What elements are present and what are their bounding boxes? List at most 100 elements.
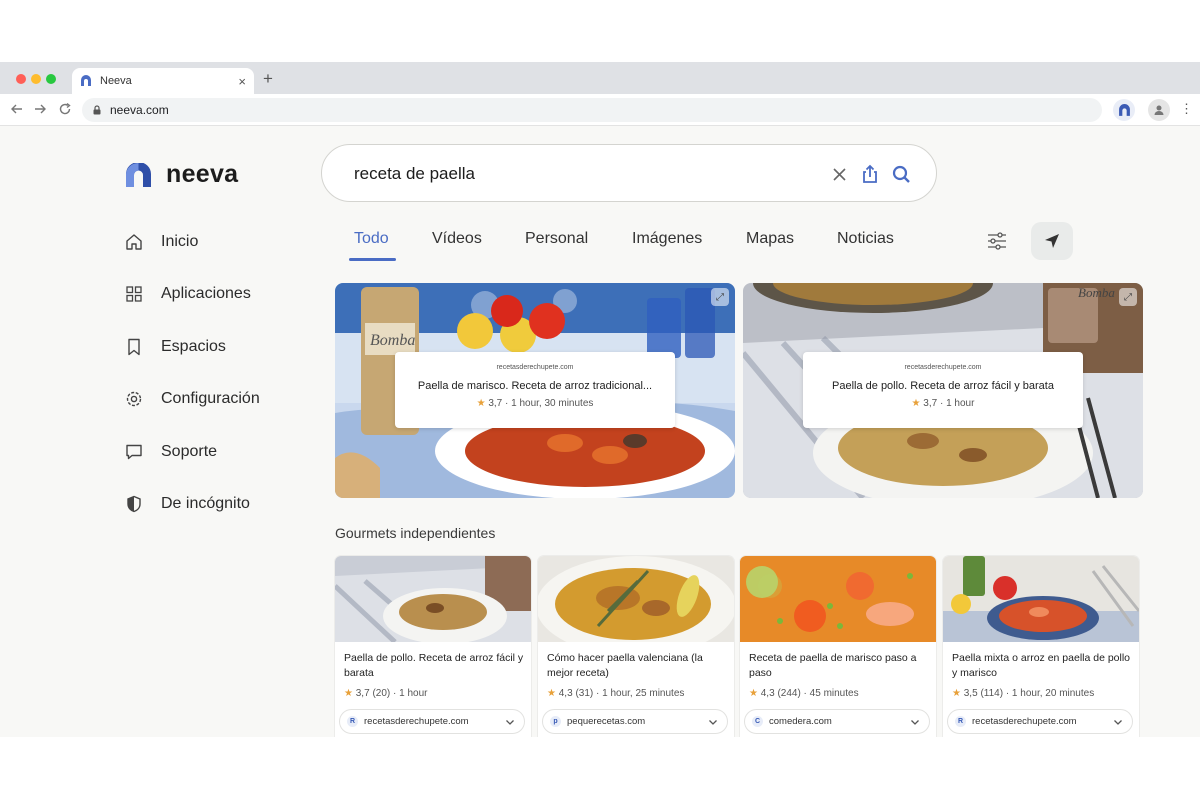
hero-meta: ★ 3,7 · 1 hour <box>803 398 1083 409</box>
hero-rating: 3,7 <box>488 398 503 409</box>
recipe-card[interactable]: Receta de paella de marisco paso a paso … <box>740 556 936 737</box>
star-icon: ★ <box>749 688 758 699</box>
source-favicon-icon: R <box>347 716 358 727</box>
card-rating: 3,5 <box>963 688 978 699</box>
search-icon[interactable] <box>890 163 912 185</box>
sidebar-item-espacios[interactable]: Espacios <box>124 333 294 361</box>
browser-toolbar: neeva.com ⋮ <box>0 94 1200 126</box>
back-arrow-icon[interactable] <box>10 102 24 116</box>
card-source-dropdown[interactable]: R recetasderechupete.com <box>947 709 1133 734</box>
filters-button[interactable] <box>985 230 1009 252</box>
hero-recipe-card[interactable]: Bomba ⤢ recetasderechupete.com Paella de… <box>335 283 735 498</box>
card-title: Paella mixta o arroz en paella de pollo … <box>952 652 1131 679</box>
hero-duration: · 1 hour <box>939 398 975 409</box>
minimize-window-button[interactable] <box>31 74 41 84</box>
address-bar[interactable]: neeva.com <box>82 98 1102 122</box>
bookmark-icon <box>128 338 140 356</box>
tab-videos[interactable]: Vídeos <box>432 230 482 248</box>
neeva-favicon-icon <box>81 75 91 86</box>
lock-icon <box>93 105 101 115</box>
neeva-logo[interactable]: neeva <box>125 160 238 189</box>
hero-title: Paella de marisco. Receta de arroz tradi… <box>417 380 653 392</box>
sidebar-item-soporte[interactable]: Soporte <box>124 438 294 466</box>
star-icon: ★ <box>476 398 486 409</box>
logo-wordmark: neeva <box>166 160 239 188</box>
tab-personal[interactable]: Personal <box>525 230 588 248</box>
card-details: (244) · 45 minutes <box>777 688 859 699</box>
sidebar-item-incognito[interactable]: De incógnito <box>124 490 294 518</box>
search-bar <box>321 144 937 202</box>
hero-info-box: recetasderechupete.com Paella de pollo. … <box>803 352 1083 428</box>
expand-icon[interactable]: ⤢ <box>711 288 729 306</box>
browser-menu-icon[interactable]: ⋮ <box>1180 102 1193 115</box>
reload-icon[interactable] <box>58 102 72 116</box>
sidebar-item-label: Espacios <box>161 338 226 355</box>
card-source-dropdown[interactable]: C comedera.com <box>744 709 930 734</box>
recipe-card[interactable]: Cómo hacer paella valenciana (la mejor r… <box>538 556 734 737</box>
new-tab-button[interactable]: + <box>263 70 273 87</box>
neeva-extension-button[interactable] <box>1113 99 1135 121</box>
chevron-down-icon <box>506 719 514 725</box>
tab-imagenes[interactable]: Imágenes <box>632 230 702 248</box>
sidebar-item-label: Inicio <box>161 233 199 250</box>
browser-tab[interactable]: Neeva × <box>72 68 254 94</box>
maximize-window-button[interactable] <box>46 74 56 84</box>
search-input[interactable] <box>354 163 814 185</box>
chevron-down-icon <box>709 719 717 725</box>
hero-title: Paella de pollo. Receta de arroz fácil y… <box>832 380 1054 392</box>
card-meta: ★ 4,3 (244) · 45 minutes <box>749 688 859 699</box>
card-details: (20) · 1 hour <box>372 688 428 699</box>
close-window-button[interactable] <box>16 74 26 84</box>
sidebar-item-label: Soporte <box>161 443 218 460</box>
sidebar-item-label: Configuración <box>161 390 260 407</box>
hero-duration: · 1 hour, 30 minutes <box>505 398 594 409</box>
sliders-icon <box>988 232 1006 250</box>
user-avatar-icon <box>1154 105 1164 115</box>
recipe-card[interactable]: Paella de pollo. Receta de arroz fácil y… <box>335 556 531 737</box>
profile-button[interactable] <box>1148 99 1170 121</box>
sidebar-item-label: Aplicaciones <box>161 285 251 302</box>
source-favicon-icon: C <box>752 716 763 727</box>
hero-info-box: recetasderechupete.com Paella de marisco… <box>395 352 675 428</box>
url-text: neeva.com <box>110 103 169 117</box>
recipe-card[interactable]: Paella mixta o arroz en paella de pollo … <box>943 556 1139 737</box>
source-favicon-icon: R <box>955 716 966 727</box>
neeva-extension-icon <box>1118 103 1130 116</box>
hero-recipe-card[interactable]: Bomba ⤢ recetasderechupete.com Paella de… <box>743 283 1143 498</box>
close-tab-icon[interactable]: × <box>238 74 246 89</box>
card-meta: ★ 3,5 (114) · 1 hour, 20 minutes <box>952 688 1094 699</box>
expand-icon[interactable]: ⤢ <box>1119 288 1137 306</box>
home-icon <box>126 234 142 250</box>
sidebar-item-configuracion[interactable]: Configuración <box>124 385 294 413</box>
card-source: recetasderechupete.com <box>364 716 469 727</box>
tab-todo[interactable]: Todo <box>354 230 389 248</box>
card-title: Receta de paella de marisco paso a paso <box>749 652 917 679</box>
hero-rating: 3,7 <box>923 398 938 409</box>
card-source-dropdown[interactable]: R recetasderechupete.com <box>339 709 525 734</box>
hero-meta: ★ 3,7 · 1 hour, 30 minutes <box>395 398 675 409</box>
apps-grid-icon <box>126 286 142 302</box>
location-button[interactable] <box>1031 222 1073 260</box>
tab-bar: Neeva × + <box>0 62 1200 94</box>
source-favicon-icon: p <box>550 716 561 727</box>
forward-arrow-icon[interactable] <box>33 102 47 116</box>
recipe-thumbnail <box>538 556 734 642</box>
card-rating: 4,3 <box>760 688 775 699</box>
star-icon: ★ <box>952 688 961 699</box>
tab-mapas[interactable]: Mapas <box>746 230 794 248</box>
card-source: pequerecetas.com <box>567 716 646 727</box>
sidebar-item-label: De incógnito <box>161 495 250 512</box>
clear-search-icon[interactable] <box>828 163 850 185</box>
card-source-dropdown[interactable]: p pequerecetas.com <box>542 709 728 734</box>
card-rating: 4,3 <box>558 688 573 699</box>
card-details: (31) · 1 hour, 25 minutes <box>575 688 685 699</box>
tab-title: Neeva <box>100 75 132 87</box>
sidebar-item-aplicaciones[interactable]: Aplicaciones <box>124 280 294 308</box>
card-title: Cómo hacer paella valenciana (la mejor r… <box>547 652 703 679</box>
share-icon[interactable] <box>859 163 881 185</box>
browser-window: Neeva × + neeva.com ⋮ neeva receta de pa… <box>0 62 1200 737</box>
tab-noticias[interactable]: Noticias <box>837 230 894 248</box>
sidebar-item-inicio[interactable]: Inicio <box>124 228 294 256</box>
chat-bubble-icon <box>126 444 142 460</box>
hero-source: recetasderechupete.com <box>496 364 574 371</box>
